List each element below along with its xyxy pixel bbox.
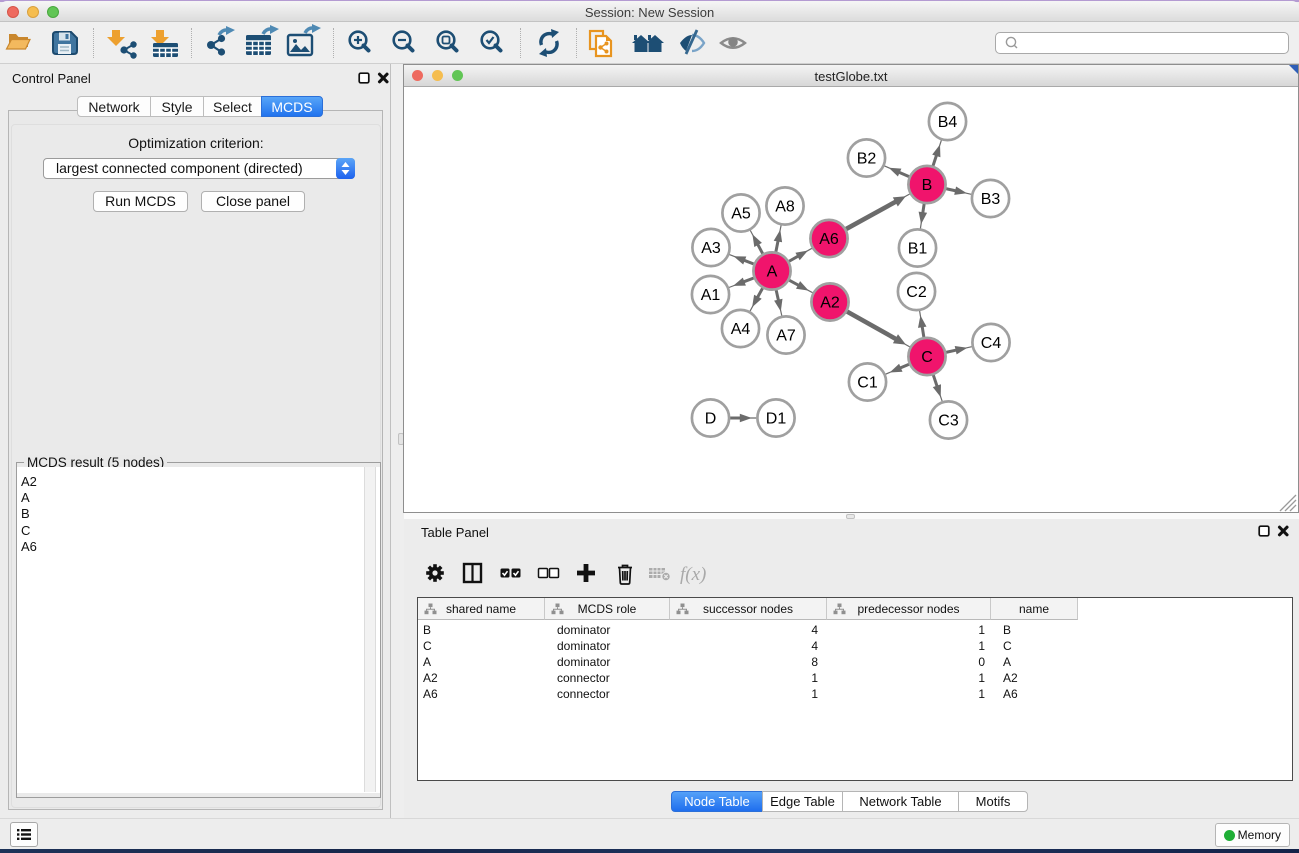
svg-text:B1: B1 xyxy=(908,241,928,258)
svg-text:B3: B3 xyxy=(981,191,1001,208)
svg-text:B: B xyxy=(922,177,933,194)
svg-text:C: C xyxy=(921,349,933,366)
svg-text:B2: B2 xyxy=(857,151,877,168)
svg-text:A6: A6 xyxy=(819,231,839,248)
svg-text:C2: C2 xyxy=(906,284,927,301)
svg-text:A8: A8 xyxy=(775,199,795,216)
svg-text:f(x): f(x) xyxy=(680,564,706,585)
svg-text:D1: D1 xyxy=(766,411,787,428)
svg-text:B4: B4 xyxy=(938,114,958,131)
svg-text:C1: C1 xyxy=(857,375,878,392)
svg-text:D: D xyxy=(705,411,717,428)
svg-text:C4: C4 xyxy=(981,335,1002,352)
svg-text:A3: A3 xyxy=(701,240,721,257)
svg-text:A2: A2 xyxy=(820,295,840,312)
svg-text:A5: A5 xyxy=(731,206,751,223)
svg-text:C3: C3 xyxy=(938,413,959,430)
svg-text:A: A xyxy=(767,264,778,281)
svg-text:A4: A4 xyxy=(731,321,751,338)
svg-text:A1: A1 xyxy=(701,287,721,304)
svg-text:A7: A7 xyxy=(776,328,796,345)
